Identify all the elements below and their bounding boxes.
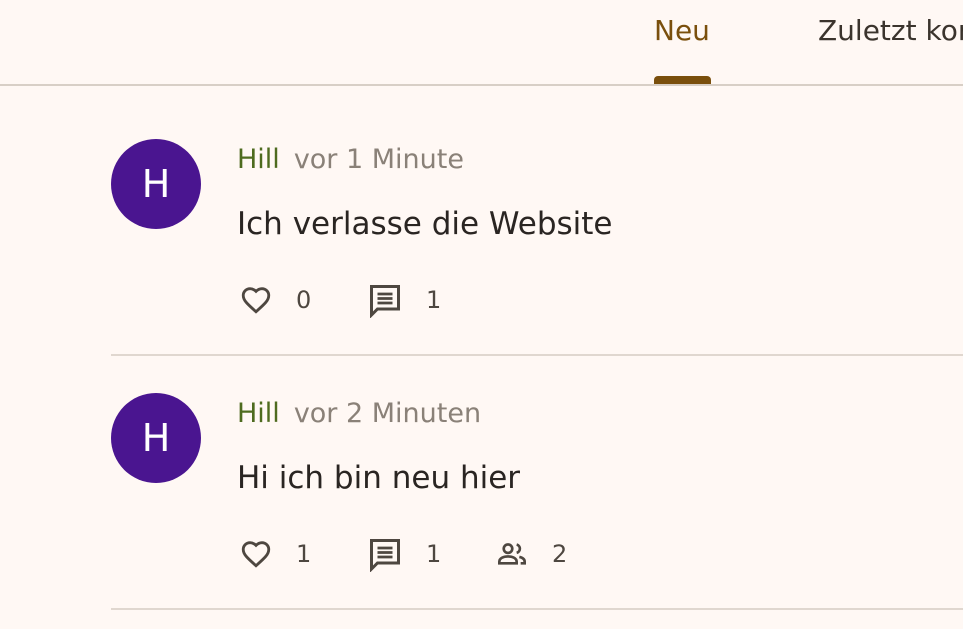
divider (111, 608, 963, 610)
avatar[interactable]: H (111, 393, 201, 483)
comment-button[interactable]: 1 (366, 282, 441, 318)
comment-count: 1 (426, 286, 442, 314)
avatar[interactable]: H (111, 139, 201, 229)
author-name[interactable]: Hill (237, 144, 280, 175)
comment-button[interactable]: 1 (366, 536, 441, 572)
like-button[interactable]: 0 (238, 282, 311, 318)
tab-recently-commented[interactable]: Zuletzt kommentiert (818, 14, 963, 48)
post-text: Hi ich bin neu hier (237, 460, 521, 496)
post-meta: Hill vor 1 Minute (237, 144, 464, 175)
like-count: 0 (296, 286, 312, 314)
active-tab-indicator (654, 76, 711, 84)
post-meta: Hill vor 2 Minuten (237, 398, 481, 429)
comment-icon (370, 285, 400, 318)
post-card[interactable]: H Hill vor 2 Minuten Hi ich bin neu hier … (111, 356, 963, 610)
comment-count: 1 (426, 540, 442, 568)
participants-button[interactable]: 2 (494, 536, 567, 572)
tab-new[interactable]: Neu (654, 14, 710, 48)
post-time: vor 1 Minute (293, 144, 464, 175)
like-button[interactable]: 1 (238, 536, 311, 572)
post-time: vor 2 Minuten (293, 398, 482, 429)
heart-outline-icon (241, 541, 271, 568)
people-icon (498, 543, 526, 565)
post-card[interactable]: H Hill vor 1 Minute Ich verlasse die Webs… (111, 102, 963, 356)
heart-outline-icon (241, 287, 271, 314)
post-text: Ich verlasse die Website (237, 206, 613, 242)
like-count: 1 (296, 540, 312, 568)
author-name[interactable]: Hill (237, 398, 280, 429)
participants-count: 2 (552, 540, 568, 568)
comment-icon (370, 539, 400, 572)
tab-bar: Neu Zuletzt kommentiert (0, 0, 963, 86)
